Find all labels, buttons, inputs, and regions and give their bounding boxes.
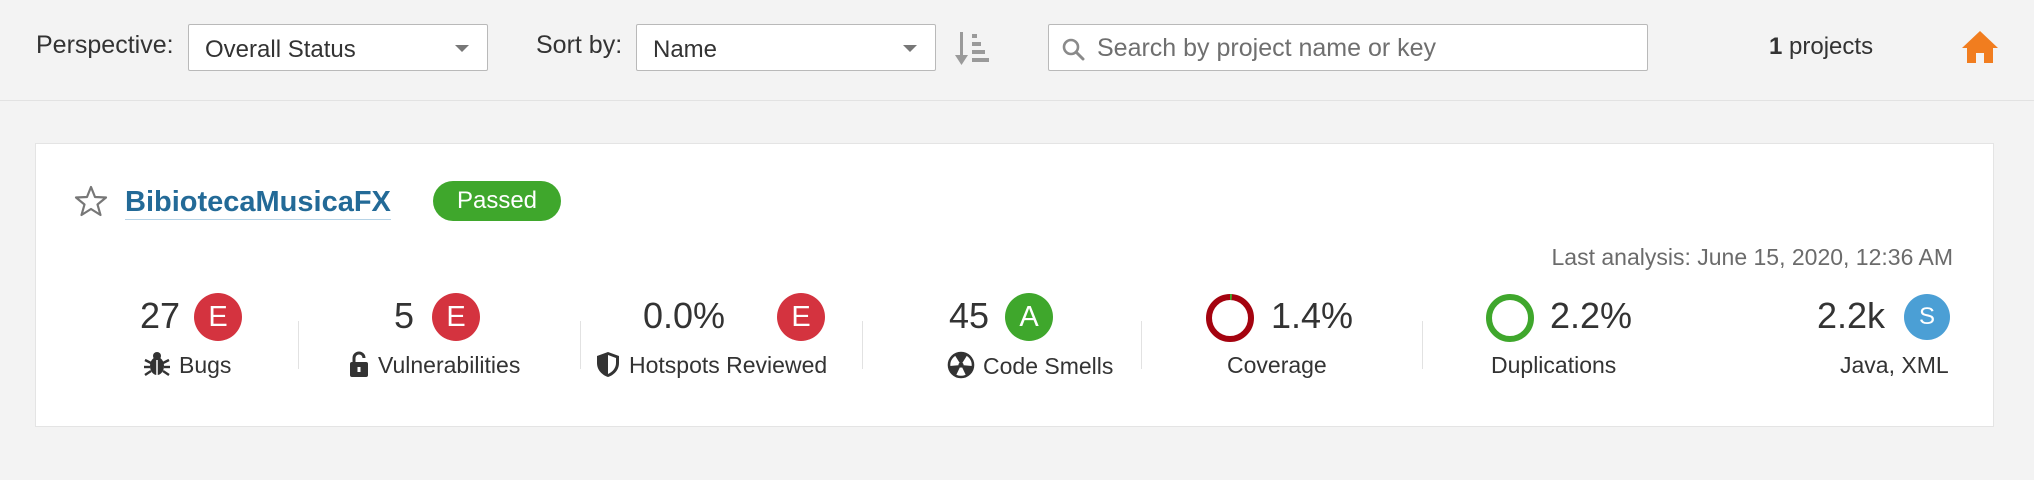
vulnerabilities-rating: E xyxy=(432,293,480,341)
project-card: BibiotecaMusicaFX Passed Last analysis: … xyxy=(35,143,1994,427)
projects-count: 1 projects xyxy=(1769,33,1873,61)
star-icon[interactable] xyxy=(74,184,108,218)
divider xyxy=(580,321,581,369)
measure-hotspots[interactable]: 0.0% E Hotspots Reviewed xyxy=(595,292,885,392)
projects-count-number: 1 xyxy=(1769,33,1783,60)
perspective-label: Perspective: xyxy=(36,31,174,59)
sort-descending-icon[interactable] xyxy=(955,31,995,67)
duplications-value: 2.2% xyxy=(1550,295,1633,336)
measure-bugs[interactable]: 27 E Bugs xyxy=(102,292,252,392)
vulnerabilities-label: Vulnerabilities xyxy=(348,350,520,380)
sort-value: Name xyxy=(653,36,718,63)
hotspots-label-text: Hotspots Reviewed xyxy=(629,352,828,378)
measure-code-smells[interactable]: 45 A Code Smells xyxy=(913,292,1133,392)
perspective-select[interactable]: Overall Status xyxy=(188,24,488,71)
filter-bar: Perspective: Overall Status Sort by: Nam… xyxy=(0,0,2034,101)
radiation-icon xyxy=(947,351,975,379)
vulnerabilities-value: 5 xyxy=(394,295,415,336)
search-box xyxy=(1048,24,1648,71)
measure-vulnerabilities[interactable]: 5 E Vulnerabilities xyxy=(348,292,588,392)
search-input[interactable] xyxy=(1097,31,1637,65)
hotspots-value: 0.0% xyxy=(643,295,726,336)
bugs-rating: E xyxy=(194,293,242,341)
code-smells-label-text: Code Smells xyxy=(983,353,1114,379)
bug-icon xyxy=(144,352,170,376)
divider xyxy=(1141,321,1142,369)
chevron-down-icon xyxy=(903,45,917,52)
hotspots-rating: E xyxy=(777,293,825,341)
chevron-down-icon xyxy=(455,45,469,52)
languages-label: Java, XML xyxy=(1840,352,1949,378)
vulnerabilities-label-text: Vulnerabilities xyxy=(378,352,521,378)
bugs-value: 27 xyxy=(140,295,181,336)
sort-select[interactable]: Name xyxy=(636,24,936,71)
bugs-label: Bugs xyxy=(143,350,231,380)
shield-icon xyxy=(597,352,619,377)
code-smells-value: 45 xyxy=(949,295,990,336)
coverage-donut-icon xyxy=(1206,294,1254,342)
divider xyxy=(298,321,299,369)
size-value: 2.2k xyxy=(1817,295,1886,336)
coverage-value: 1.4% xyxy=(1271,295,1354,336)
sort-label: Sort by: xyxy=(536,31,623,59)
project-name-link[interactable]: BibiotecaMusicaFX xyxy=(125,185,391,220)
projects-count-text: projects xyxy=(1782,33,1874,60)
code-smells-label: Code Smells xyxy=(947,351,1113,381)
last-analysis-date: Last analysis: June 15, 2020, 12:36 AM xyxy=(1551,244,1954,270)
measure-coverage[interactable]: 1.4% Coverage xyxy=(1204,292,1374,392)
coverage-label: Coverage xyxy=(1227,352,1327,378)
home-icon[interactable] xyxy=(1961,29,1999,65)
divider xyxy=(1422,321,1423,369)
size-badge: S xyxy=(1904,294,1950,340)
hotspots-label: Hotspots Reviewed xyxy=(595,350,827,380)
divider xyxy=(862,321,863,369)
search-icon xyxy=(1062,38,1085,61)
perspective-value: Overall Status xyxy=(205,36,356,63)
measure-size[interactable]: 2.2k S Java, XML xyxy=(1817,292,1957,392)
bugs-label-text: Bugs xyxy=(179,352,232,378)
code-smells-rating: A xyxy=(1005,293,1053,341)
unlock-icon xyxy=(350,351,368,377)
quality-gate-badge: Passed xyxy=(433,181,561,221)
measure-duplications[interactable]: 2.2% Duplications xyxy=(1484,292,1664,392)
duplications-label: Duplications xyxy=(1491,352,1617,378)
duplications-circle-icon xyxy=(1486,294,1534,342)
